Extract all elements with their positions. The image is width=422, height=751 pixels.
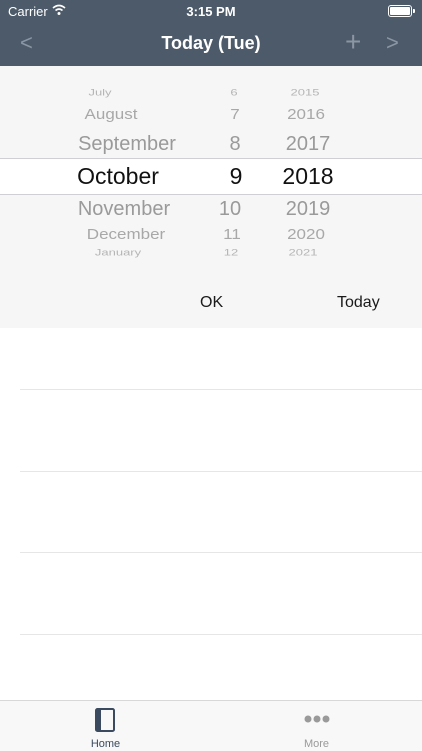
list-separator [20,389,422,390]
day-option[interactable]: 6 [230,87,237,98]
tab-home-label: Home [90,738,121,750]
month-option[interactable]: August [85,106,138,124]
book-icon [95,708,115,732]
year-selected[interactable]: 2018 [282,163,333,190]
month-option[interactable]: September [78,133,176,156]
day-option[interactable]: 8 [229,133,240,156]
selection-line-top [0,158,422,159]
day-selected[interactable]: 9 [230,163,243,190]
ok-button[interactable]: OK [200,294,223,312]
selection-line-bottom [0,194,422,195]
day-option[interactable]: 12 [224,247,238,258]
year-option[interactable]: 2019 [286,198,331,221]
clock: 3:15 PM [186,4,236,19]
date-picker: July 6 2015 August 7 2016 September 8 20… [0,66,422,328]
tab-bar: Home More [0,700,422,751]
next-day-button[interactable]: > [386,30,399,56]
battery-icon [388,5,415,17]
list-separator [20,552,422,553]
month-selected[interactable]: October [77,163,159,190]
month-option[interactable]: July [88,87,111,98]
list-separator [20,634,422,635]
header: Carrier 3:15 PM < Today (Tue) + > [0,0,422,66]
day-option[interactable]: 7 [230,106,239,124]
year-option[interactable]: 2017 [286,133,331,156]
year-option[interactable]: 2021 [289,247,318,258]
day-option[interactable]: 10 [219,198,241,221]
more-dots-icon [304,715,330,723]
picker-actions: OK Today [0,278,422,328]
tab-more-label: More [303,738,330,750]
month-option[interactable]: January [95,247,141,258]
month-option[interactable]: December [87,226,165,244]
nav-bar: < Today (Tue) + > [0,22,422,66]
add-button[interactable]: + [345,26,361,58]
year-option[interactable]: 2015 [291,87,320,98]
year-option[interactable]: 2016 [287,106,325,124]
month-option[interactable]: November [78,198,170,221]
today-button[interactable]: Today [337,294,380,312]
picker-wheel[interactable]: July 6 2015 August 7 2016 September 8 20… [0,66,422,276]
year-option[interactable]: 2020 [287,226,325,244]
tab-home[interactable]: Home [0,701,211,751]
picker-selection-band [0,158,422,194]
list-separator [20,471,422,472]
tab-more[interactable]: More [211,701,422,751]
status-bar: Carrier 3:15 PM [0,0,422,22]
day-option[interactable]: 11 [223,226,241,244]
